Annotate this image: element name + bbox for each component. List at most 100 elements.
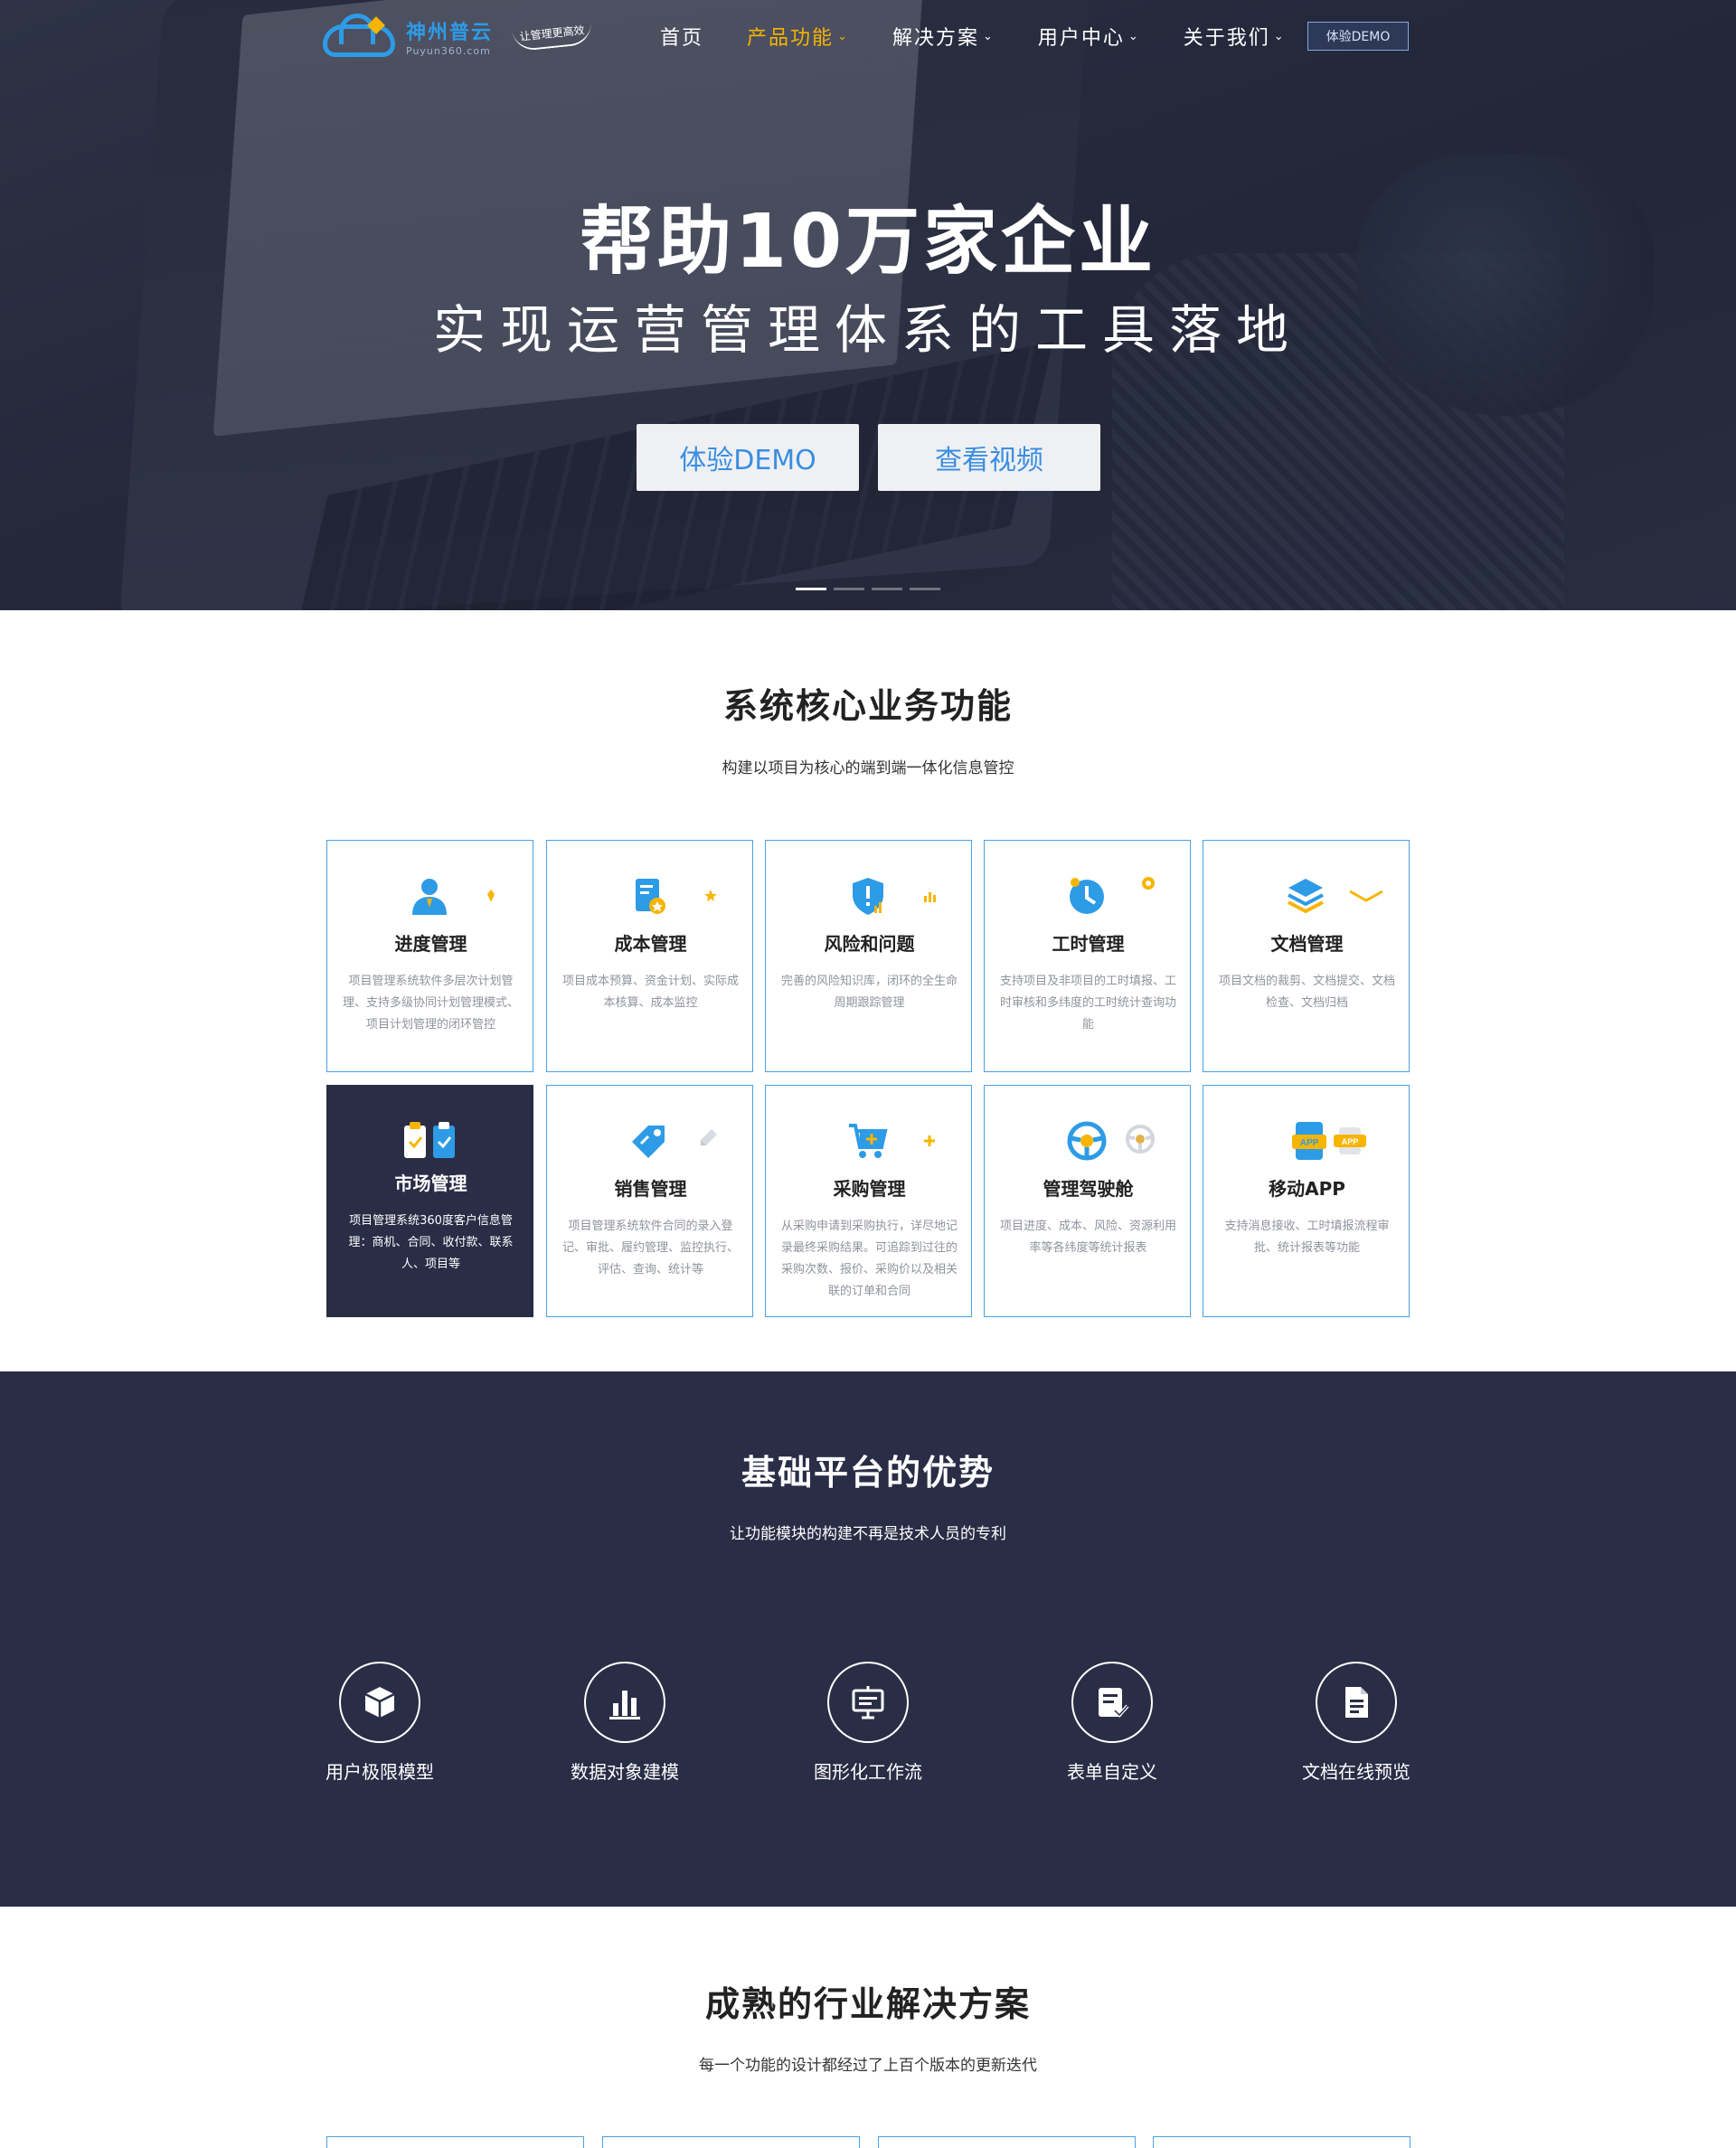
feature-card-mobile[interactable]: APP APP 移动APP 支持消息接收、工时填报流程审批、统计报表等功能: [1203, 1085, 1410, 1317]
nav-item-solutions[interactable]: 解决方案 ⌄: [892, 22, 995, 51]
feature-card-market[interactable]: 市场管理 项目管理系统360度客户信息管理：商机、合同、收付款、联系人、项目等: [326, 1085, 533, 1317]
feature-card-cost[interactable]: 成本管理 项目成本预算、资金计划、实际成本核算、成本监控: [546, 840, 753, 1072]
plus-icon: [924, 1135, 935, 1146]
platform-feature-label: 数据对象建模: [571, 1761, 679, 1783]
feature-card-procurement[interactable]: 采购管理 从采购申请到采购执行，详尽地记录最终采购结果。可追踪到过往的采购次数、…: [765, 1085, 972, 1317]
chevron-down-icon: ⌄: [1273, 29, 1286, 43]
nav-item-user-center[interactable]: 用户中心 ⌄: [1038, 22, 1140, 51]
nav-item-products[interactable]: 产品功能 ⌄: [747, 22, 849, 51]
carousel-dot[interactable]: [796, 588, 826, 590]
file-icon: [1316, 1662, 1397, 1743]
hero-video-button[interactable]: 查看视频: [878, 424, 1100, 491]
feature-card-cockpit[interactable]: 管理驾驶舱 项目进度、成本、风险、资源利用率等各纬度等统计报表: [984, 1085, 1191, 1317]
clipboard-check-icon: [404, 1122, 455, 1158]
steering-wheel-gray-icon: [1126, 1125, 1155, 1154]
platform-feature-data-model[interactable]: 数据对象建模: [543, 1662, 706, 1784]
solution-card[interactable]: [1153, 2136, 1410, 2148]
card-desc: 项目管理系统软件合同的录入登记、审批、履约管理、监控执行、评估、查询、统计等: [561, 1220, 739, 1277]
layers-icon: [1288, 879, 1324, 914]
card-title: 移动APP: [1269, 1178, 1345, 1200]
platform-feature-label: 表单自定义: [1067, 1761, 1157, 1783]
brand-slogan: 让管理更高效: [511, 20, 594, 52]
top-nav: 神州普云 Puyun360.com 让管理更高效 首页 产品功能 ⌄ 解决方案 ⌄ …: [0, 0, 1736, 72]
mobile-app-secondary-icon: APP: [1334, 1127, 1366, 1154]
chevron-down-icon: ⌄: [982, 29, 995, 43]
carousel-indicators: [796, 588, 948, 590]
feature-card-documents[interactable]: 文档管理 项目文档的裁剪、文档提交、文档检查、文档归档: [1203, 840, 1410, 1072]
platform-feature-label: 用户极限模型: [326, 1761, 434, 1783]
nav-item-about[interactable]: 关于我们 ⌄: [1184, 22, 1286, 51]
tag-icon: [632, 1126, 665, 1158]
pin-icon: [487, 890, 495, 902]
shield-alert-icon: [853, 878, 883, 915]
feature-card-risk[interactable]: 风险和问题 完善的风险知识库，闭环的全生命周期跟踪管理: [765, 840, 972, 1072]
card-title: 文档管理: [1270, 933, 1344, 955]
platform-feature-label: 图形化工作流: [814, 1761, 922, 1783]
cloud-logo-icon: [323, 14, 399, 59]
bar-chart-mini-icon: [924, 892, 936, 902]
solution-card[interactable]: [602, 2136, 860, 2148]
pencil-icon: [701, 1129, 717, 1145]
carousel-dot[interactable]: [834, 588, 864, 590]
card-title: 风险和问题: [824, 933, 915, 955]
platform-section-title: 基础平台的优势: [741, 1453, 995, 1493]
carousel-dot[interactable]: [872, 588, 902, 590]
card-desc: 项目进度、成本、风险、资源利用率等各纬度等统计报表: [999, 1220, 1176, 1255]
card-title: 管理驾驶舱: [1043, 1178, 1134, 1200]
core-section-title: 系统核心业务功能: [722, 686, 1013, 726]
cube-icon: [339, 1662, 420, 1743]
feature-card-schedule[interactable]: 进度管理 项目管理系统软件多层次计划管理、支持多级协同计划管理模式、项目计划管理…: [326, 840, 533, 1072]
hero-subtitle: 实现运营管理体系的工具落地: [432, 299, 1303, 361]
brand-domain: Puyun360.com: [406, 44, 491, 57]
app-badge-text: APP: [1342, 1137, 1359, 1146]
brand-name: 神州普云: [406, 21, 494, 44]
nav-demo-button[interactable]: 体验DEMO: [1307, 22, 1409, 51]
logo[interactable]: 神州普云 Puyun360.com 让管理更高效: [323, 13, 594, 60]
steering-wheel-icon: [1067, 1121, 1107, 1161]
card-title: 进度管理: [394, 933, 467, 955]
card-desc: 项目成本预算、资金计划、实际成本核算、成本监控: [561, 975, 739, 1010]
solution-card[interactable]: [878, 2136, 1136, 2148]
app-badge-text: APP: [1300, 1138, 1319, 1148]
platform-feature-label: 文档在线预览: [1302, 1761, 1410, 1783]
card-title: 采购管理: [833, 1178, 906, 1200]
cart-icon: [849, 1124, 888, 1158]
card-desc: 项目文档的裁剪、文档提交、文档检查、文档归档: [1218, 975, 1395, 1010]
solutions-section-title: 成熟的行业解决方案: [704, 1984, 1031, 2024]
platform-feature-preview[interactable]: 文档在线预览: [1275, 1662, 1438, 1784]
card-desc: 从采购申请到采购执行，详尽地记录最终采购结果。可追踪到过往的采购次数、报价、采购…: [780, 1220, 958, 1298]
coin-icon: [1142, 877, 1155, 890]
card-desc: 支持项目及非项目的工时填报、工时审核和多纬度的工时统计查询功能: [999, 975, 1176, 1032]
clock-icon: [1070, 878, 1104, 914]
form-check-icon: [1071, 1662, 1153, 1743]
feature-card-timesheet[interactable]: 工时管理 支持项目及非项目的工时填报、工时审核和多纬度的工时统计查询功能: [984, 840, 1191, 1072]
chevron-down-icon: [1349, 890, 1383, 902]
card-title: 工时管理: [1052, 933, 1125, 955]
star-icon: [704, 890, 717, 901]
mobile-app-icon: APP: [1292, 1122, 1326, 1160]
chevron-down-icon: ⌄: [1127, 29, 1140, 43]
card-title: 销售管理: [614, 1178, 687, 1200]
document-coin-icon: [636, 879, 665, 914]
card-title: 市场管理: [394, 1173, 467, 1194]
main-menu: 首页 产品功能 ⌄ 解决方案 ⌄ 用户中心 ⌄ 关于我们 ⌄: [660, 22, 1329, 51]
carousel-dot[interactable]: [910, 588, 940, 590]
user-icon: [412, 879, 447, 915]
card-title: 成本管理: [614, 933, 687, 955]
nav-item-home[interactable]: 首页: [660, 22, 703, 51]
card-desc: 支持消息接收、工时填报流程审批、统计报表等功能: [1224, 1220, 1390, 1255]
solution-card[interactable]: [326, 2136, 584, 2148]
platform-feature-user-model[interactable]: 用户极限模型: [298, 1662, 461, 1784]
card-desc: 完善的风险知识库，闭环的全生命周期跟踪管理: [780, 975, 958, 1010]
platform-feature-workflow[interactable]: 图形化工作流: [787, 1662, 949, 1784]
core-section-subtitle: 构建以项目为核心的端到端一体化信息管控: [722, 759, 1014, 777]
feature-card-sales[interactable]: 销售管理 项目管理系统软件合同的录入登记、审批、履约管理、监控执行、评估、查询、…: [546, 1085, 753, 1317]
hero-title: 帮助10万家企业: [579, 199, 1157, 285]
card-desc: 项目管理系统360度客户信息管理：商机、合同、收付款、联系人、项目等: [348, 1214, 514, 1271]
solutions-section-subtitle: 每一个功能的设计都经过了上百个版本的更新迭代: [699, 2057, 1037, 2075]
chevron-down-icon: ⌄: [837, 29, 849, 43]
hero-demo-button[interactable]: 体验DEMO: [637, 424, 859, 491]
card-desc: 项目管理系统软件多层次计划管理、支持多级协同计划管理模式、项目计划管理的闭环管控: [342, 975, 519, 1032]
platform-section-subtitle: 让功能模块的构建不再是技术人员的专利: [730, 1525, 1006, 1543]
platform-feature-form[interactable]: 表单自定义: [1031, 1662, 1194, 1784]
